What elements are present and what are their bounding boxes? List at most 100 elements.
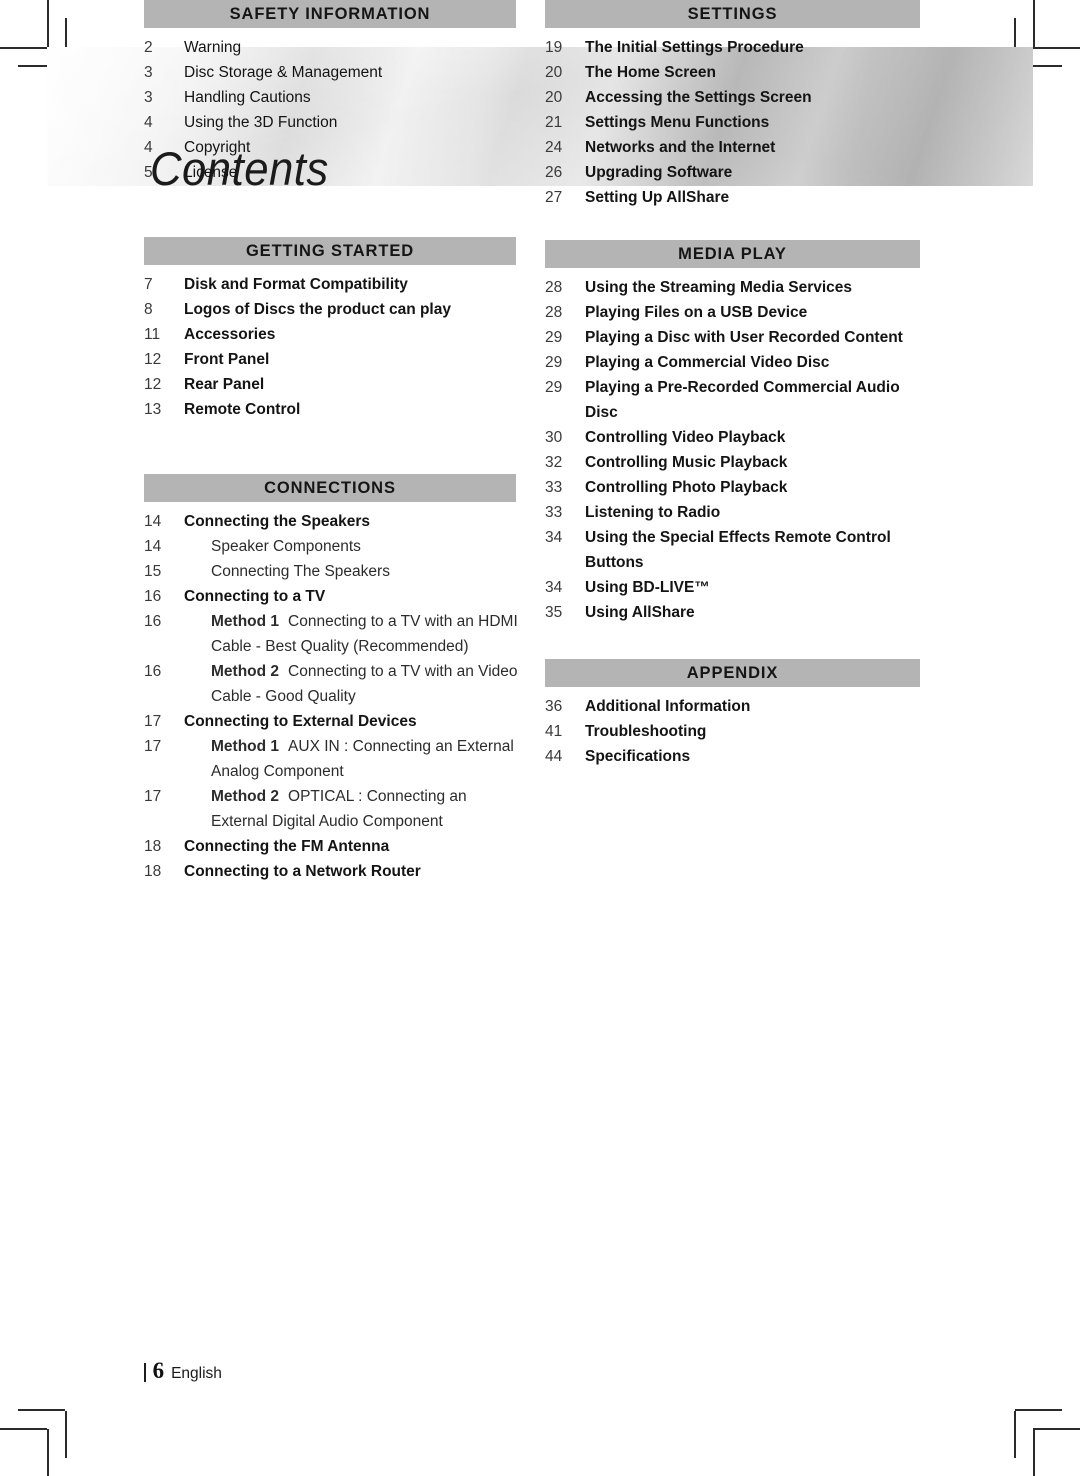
toc-entry-method-label: Method 1 bbox=[211, 738, 280, 755]
toc-entry-page-number: 3 bbox=[144, 89, 153, 106]
toc-entry-title: Using BD-LIVE™ bbox=[585, 579, 710, 596]
toc-entry-title: Playing a Pre-Recorded Commercial Audio … bbox=[585, 379, 900, 421]
toc-entry[interactable]: 44 Specifications bbox=[545, 744, 925, 769]
toc-entry-title: Playing Files on a USB Device bbox=[585, 304, 808, 321]
section-header-bar: SETTINGS bbox=[545, 0, 920, 28]
toc-entry-title: Speaker Components bbox=[211, 538, 361, 555]
toc-entry[interactable]: 2 Warning bbox=[144, 35, 524, 60]
toc-entry-title: Playing a Disc with User Recorded Conten… bbox=[585, 329, 903, 346]
toc-entry[interactable]: 21 Settings Menu Functions bbox=[545, 110, 925, 135]
toc-entry-title: Controlling Video Playback bbox=[585, 429, 786, 446]
toc-entry[interactable]: 17 Connecting to External Devices bbox=[144, 709, 524, 734]
toc-entry-page-number: 17 bbox=[144, 713, 162, 730]
toc-entry-page-number: 14 bbox=[144, 513, 162, 530]
toc-entry-title: Using the Special Effects Remote Control… bbox=[585, 529, 891, 571]
toc-entry[interactable]: 19 The Initial Settings Procedure bbox=[545, 35, 925, 60]
section-header-label: GETTING STARTED bbox=[245, 241, 415, 260]
toc-entry[interactable]: 16 Connecting to a TV bbox=[144, 584, 524, 609]
toc-entry[interactable]: 17 Method 1 AUX IN : Connecting an Externa… bbox=[144, 734, 524, 784]
toc-entry-page-number: 2 bbox=[144, 39, 153, 56]
toc-entry[interactable]: 33 Controlling Photo Playback bbox=[545, 475, 925, 500]
toc-entry-page-number: 7 bbox=[144, 276, 153, 293]
toc-entry[interactable]: 20 The Home Screen bbox=[545, 60, 925, 85]
toc-entry[interactable]: 12 Rear Panel bbox=[144, 372, 524, 397]
toc-entry[interactable]: 29 Playing a Commercial Video Disc bbox=[545, 350, 925, 375]
toc-entry[interactable]: 36 Additional Information bbox=[545, 694, 925, 719]
section-header-bar: GETTING STARTED bbox=[144, 237, 516, 265]
toc-entry-page-number: 4 bbox=[144, 114, 153, 131]
toc-section: MEDIA PLAY 28 Using the Streaming Media Se… bbox=[545, 240, 925, 625]
toc-entry-page-number: 4 bbox=[144, 139, 153, 156]
toc-entry-page-number: 16 bbox=[144, 613, 162, 630]
toc-entry-page-number: 36 bbox=[545, 698, 563, 715]
section-header-label: SETTINGS bbox=[687, 4, 778, 23]
toc-entry[interactable]: 3 Disc Storage & Management bbox=[144, 60, 524, 85]
toc-entry[interactable]: 11 Accessories bbox=[144, 322, 524, 347]
toc-entry-page-number: 29 bbox=[545, 379, 563, 396]
toc-entry[interactable]: 26 Upgrading Software bbox=[545, 160, 925, 185]
toc-entry-title: License bbox=[184, 164, 238, 181]
toc-entry-page-number: 29 bbox=[545, 354, 563, 371]
toc-entry[interactable]: 34 Using the Special Effects Remote Contr… bbox=[545, 525, 925, 575]
toc-entry[interactable]: 17 Method 2 OPTICAL : Connecting an Extern… bbox=[144, 784, 524, 834]
toc-entry[interactable]: 33 Listening to Radio bbox=[545, 500, 925, 525]
toc-entry[interactable]: 20 Accessing the Settings Screen bbox=[545, 85, 925, 110]
toc-entry[interactable]: 13 Remote Control bbox=[144, 397, 524, 422]
toc-entry[interactable]: 30 Controlling Video Playback bbox=[545, 425, 925, 450]
toc-entry[interactable]: 16 Method 1 Connecting to a TV with an HDM… bbox=[144, 609, 524, 659]
crop-mark-br-horizontal-outer bbox=[1033, 1428, 1080, 1430]
section-header-label: SAFETY INFORMATION bbox=[229, 4, 431, 23]
toc-entry-title: Connecting the Speakers bbox=[184, 513, 371, 530]
toc-entry[interactable]: 24 Networks and the Internet bbox=[545, 135, 925, 160]
toc-entry[interactable]: 35 Using AllShare bbox=[545, 600, 925, 625]
toc-entry-page-number: 28 bbox=[545, 304, 563, 321]
toc-column-left: SAFETY INFORMATION 2 Warning 3 Disc Storage … bbox=[144, 0, 524, 884]
toc-entry[interactable]: 18 Connecting the FM Antenna bbox=[144, 834, 524, 859]
toc-entry-page-number: 12 bbox=[144, 351, 162, 368]
toc-entry-page-number: 3 bbox=[144, 64, 153, 81]
toc-entry[interactable]: 18 Connecting to a Network Router bbox=[144, 859, 524, 884]
crop-mark-tl-horizontal-outer bbox=[0, 47, 47, 49]
toc-entry[interactable]: 28 Using the Streaming Media Services bbox=[545, 275, 925, 300]
toc-entry-page-number: 12 bbox=[144, 376, 162, 393]
toc-entry[interactable]: 16 Method 2 Connecting to a TV with an Vid… bbox=[144, 659, 524, 709]
toc-entry-list: 28 Using the Streaming Media Services 28 Pl… bbox=[545, 275, 925, 625]
toc-entry-page-number: 35 bbox=[545, 604, 563, 621]
section-header-bar: SAFETY INFORMATION bbox=[144, 0, 516, 28]
toc-entry-title: Using the Streaming Media Services bbox=[585, 279, 853, 296]
toc-entry[interactable]: 41 Troubleshooting bbox=[545, 719, 925, 744]
toc-entry-title: Method 1 Connecting to a TV with an HDMI … bbox=[184, 609, 524, 659]
toc-entry-title: Additional Information bbox=[585, 698, 751, 715]
toc-entry[interactable]: 32 Controlling Music Playback bbox=[545, 450, 925, 475]
section-header-bar: MEDIA PLAY bbox=[545, 240, 920, 268]
toc-entry-title: Disk and Format Compatibility bbox=[184, 276, 408, 293]
toc-entry[interactable]: 7 Disk and Format Compatibility bbox=[144, 272, 524, 297]
toc-entry[interactable]: 29 Playing a Pre-Recorded Commercial Audi… bbox=[545, 375, 925, 425]
toc-entry-title: Upgrading Software bbox=[585, 164, 733, 181]
toc-entry[interactable]: 15 Connecting The Speakers bbox=[144, 559, 524, 584]
toc-section: APPENDIX 36 Additional Information 41 Troubl… bbox=[545, 659, 925, 769]
toc-entry[interactable]: 5 License bbox=[144, 160, 524, 185]
footer-divider-rule bbox=[144, 1362, 146, 1382]
toc-entry[interactable]: 4 Using the 3D Function bbox=[144, 110, 524, 135]
toc-entry-title: Connecting to a Network Router bbox=[184, 863, 421, 880]
toc-entry[interactable]: 8 Logos of Discs the product can play bbox=[144, 297, 524, 322]
toc-entry-page-number: 34 bbox=[545, 529, 563, 546]
toc-entry-page-number: 41 bbox=[545, 723, 563, 740]
toc-entry[interactable]: 14 Connecting the Speakers bbox=[144, 509, 524, 534]
toc-entry-page-number: 27 bbox=[545, 189, 563, 206]
toc-entry-title: Method 2 OPTICAL : Connecting an External… bbox=[184, 784, 524, 834]
toc-entry-title: Copyright bbox=[184, 139, 251, 156]
toc-entry[interactable]: 34 Using BD-LIVE™ bbox=[545, 575, 925, 600]
toc-entry[interactable]: 29 Playing a Disc with User Recorded Cont… bbox=[545, 325, 925, 350]
crop-mark-bl-horizontal-outer bbox=[0, 1428, 47, 1430]
toc-entry-list: 36 Additional Information 41 Troubleshootin… bbox=[545, 694, 925, 769]
toc-entry[interactable]: 3 Handling Cautions bbox=[144, 85, 524, 110]
toc-entry[interactable]: 28 Playing Files on a USB Device bbox=[545, 300, 925, 325]
toc-entry[interactable]: 14 Speaker Components bbox=[144, 534, 524, 559]
crop-mark-bl-horizontal-inner bbox=[18, 1409, 65, 1411]
toc-entry[interactable]: 27 Setting Up AllShare bbox=[545, 185, 925, 210]
toc-entry[interactable]: 4 Copyright bbox=[144, 135, 524, 160]
toc-entry-page-number: 17 bbox=[144, 738, 162, 755]
toc-entry[interactable]: 12 Front Panel bbox=[144, 347, 524, 372]
